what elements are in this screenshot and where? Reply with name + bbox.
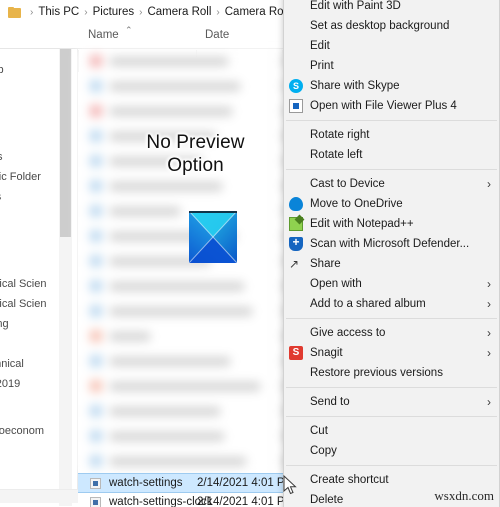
menu-item-share[interactable]: ↗ Share — [284, 254, 499, 274]
menu-item-label: Edit with Paint 3D — [310, 0, 401, 12]
menu-item-label: Share with Skype — [310, 80, 400, 92]
menu-item-label: Create shortcut — [310, 474, 389, 486]
nav-item[interactable]: Music Folder — [0, 170, 41, 184]
breadcrumb-item-camera-roll[interactable]: Camera Roll — [143, 6, 215, 18]
nav-item[interactable]: Political Scien — [0, 297, 46, 311]
menu-item-send-to[interactable]: Send to › — [284, 392, 499, 412]
horizontal-scrollbar[interactable] — [0, 489, 78, 503]
menu-item-label: Add to a shared album — [310, 298, 426, 310]
menu-item-label: Cut — [310, 425, 328, 437]
menu-item-label: Scan with Microsoft Defender... — [310, 238, 470, 250]
watermark: wsxdn.com — [434, 488, 494, 503]
onedrive-icon — [289, 197, 303, 211]
menu-item-cast-to-device[interactable]: Cast to Device › — [284, 174, 499, 194]
nav-item[interactable]: Political Scien — [0, 277, 46, 291]
chevron-right-icon: › — [487, 395, 491, 409]
menu-item-copy[interactable]: Copy — [284, 441, 499, 461]
menu-item-label: Send to — [310, 396, 350, 408]
nav-item[interactable]: Technical — [0, 357, 24, 371]
nav-item[interactable]: Files — [0, 190, 1, 204]
menu-item-edit-with-paint-3d[interactable]: Edit with Paint 3D — [284, 0, 499, 16]
menu-item-snagit[interactable]: S Snagit › — [284, 343, 499, 363]
menu-item-scan-with-microsoft-defender[interactable]: Scan with Microsoft Defender... — [284, 234, 499, 254]
blue-x-tile-icon — [189, 211, 237, 263]
menu-item-label: Snagit — [310, 347, 343, 359]
jpg-file-icon — [90, 497, 101, 507]
column-header-name[interactable]: Name — [88, 29, 119, 41]
menu-item-edit[interactable]: Edit — [284, 36, 499, 56]
chevron-right-icon: › — [487, 277, 491, 291]
menu-item-label: Edit with Notepad++ — [310, 218, 414, 230]
sort-ascending-caret-icon: ⌃ — [125, 25, 133, 35]
file-date: 2/14/2021 4:01 PM — [197, 477, 295, 489]
breadcrumb-item-this-pc[interactable]: This PC — [34, 6, 83, 18]
menu-item-label: Rotate left — [310, 149, 363, 161]
menu-item-share-with-skype[interactable]: S Share with Skype — [284, 76, 499, 96]
menu-item-move-to-onedrive[interactable]: Move to OneDrive — [284, 194, 499, 214]
jpg-file-icon — [90, 478, 101, 489]
defender-icon — [289, 234, 303, 251]
menu-separator — [286, 416, 497, 417]
folder-icon — [8, 6, 21, 18]
menu-item-label: Rotate right — [310, 129, 370, 141]
breadcrumb-item-camera-roll-2[interactable]: Camera Roll — [221, 6, 293, 18]
menu-item-cut[interactable]: Cut — [284, 421, 499, 441]
no-preview-overlay-text: No Preview Option — [146, 132, 245, 176]
menu-item-label: Restore previous versions — [310, 367, 443, 379]
menu-item-restore-previous-versions[interactable]: Restore previous versions — [284, 363, 499, 383]
menu-item-print[interactable]: Print — [284, 56, 499, 76]
menu-item-label: Move to OneDrive — [310, 198, 403, 210]
menu-item-give-access-to[interactable]: Give access to › — [284, 323, 499, 343]
menu-item-label: Copy — [310, 445, 337, 457]
chevron-right-icon: › — [487, 177, 491, 191]
menu-item-label: Cast to Device — [310, 178, 385, 190]
nav-pane-scrollbar-thumb[interactable] — [60, 49, 71, 237]
menu-item-label: Give access to — [310, 327, 386, 339]
chevron-right-icon: › — [487, 346, 491, 360]
file-date: 2/14/2021 4:01 PM — [197, 496, 295, 507]
menu-item-create-shortcut[interactable]: Create shortcut — [284, 470, 499, 490]
menu-item-rotate-right[interactable]: Rotate right — [284, 125, 499, 145]
menu-item-label: Open with — [310, 278, 362, 290]
menu-item-rotate-left[interactable]: Rotate left — [284, 145, 499, 165]
menu-item-edit-with-notepadpp[interactable]: Edit with Notepad++ — [284, 214, 499, 234]
menu-item-open-with-file-viewer-plus[interactable]: Open with File Viewer Plus 4 — [284, 96, 499, 116]
share-icon: ↗ — [289, 257, 300, 271]
notepadpp-icon — [289, 217, 303, 231]
chevron-right-icon: › — [487, 297, 491, 311]
menu-item-label: Set as desktop background — [310, 20, 450, 32]
nav-item[interactable]: arning — [0, 317, 9, 331]
skype-icon: S — [289, 79, 303, 93]
chevron-right-icon: › — [487, 326, 491, 340]
nav-item[interactable]: dio 2019 — [0, 377, 20, 391]
menu-item-open-with[interactable]: Open with › — [284, 274, 499, 294]
file-name: watch-settings — [109, 477, 183, 489]
menu-separator — [286, 465, 497, 466]
mouse-cursor — [283, 475, 297, 495]
menu-item-label: Edit — [310, 40, 330, 52]
column-header-date[interactable]: Date — [205, 29, 229, 41]
nav-item[interactable]: Sites — [0, 150, 2, 164]
menu-item-label: Share — [310, 258, 341, 270]
menu-separator — [286, 318, 497, 319]
nav-item[interactable]: cHub — [0, 63, 4, 77]
nav-item[interactable]: microeconom — [0, 424, 44, 438]
menu-item-add-to-shared-album[interactable]: Add to a shared album › — [284, 294, 499, 314]
menu-separator — [286, 120, 497, 121]
menu-separator — [286, 169, 497, 170]
menu-item-set-as-desktop-background[interactable]: Set as desktop background — [284, 16, 499, 36]
menu-item-label: Open with File Viewer Plus 4 — [310, 100, 457, 112]
menu-item-label: Print — [310, 60, 334, 72]
breadcrumb-item-pictures[interactable]: Pictures — [89, 6, 139, 18]
file-viewer-plus-icon — [289, 99, 303, 113]
screenshot-root: › This PC › Pictures › Camera Roll › Cam… — [0, 0, 500, 507]
snagit-icon: S — [289, 346, 303, 360]
context-menu[interactable]: Edit with Paint 3D Set as desktop backgr… — [283, 0, 500, 507]
menu-separator — [286, 387, 497, 388]
